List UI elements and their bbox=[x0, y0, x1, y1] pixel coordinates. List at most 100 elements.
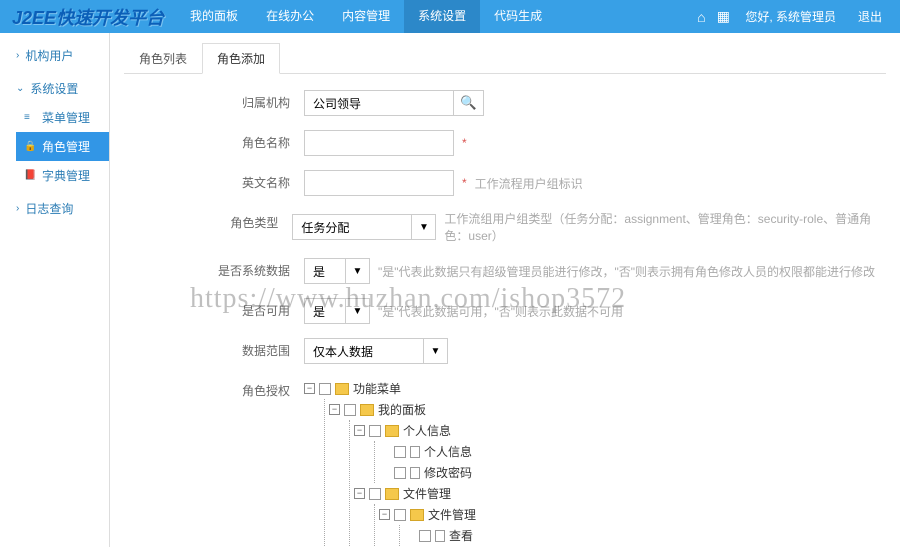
list-icon: ≡ bbox=[24, 112, 36, 124]
tree-label[interactable]: 查看 bbox=[449, 527, 473, 544]
chevron-down-icon: ▼ bbox=[353, 266, 363, 277]
is-system-label: 是否系统数据 bbox=[124, 258, 304, 279]
top-right: ⌂ ▦ 您好, 系统管理员 退出 bbox=[693, 8, 900, 25]
folder-icon bbox=[335, 383, 349, 395]
en-name-input[interactable] bbox=[304, 170, 454, 196]
tree-node: 修改密码 bbox=[379, 462, 476, 483]
is-system-hint: "是"代表此数据只有超级管理员能进行修改，"否"则表示拥有角色修改人员的权限都能… bbox=[378, 263, 875, 280]
sidebar-item-label: 字典管理 bbox=[42, 167, 90, 184]
sidebar: › 机构用户 ⌄ 系统设置 ≡ 菜单管理 🔒 角色管理 📕 字典管理 › 日志查询 bbox=[0, 33, 110, 547]
tree-node: 个人信息 bbox=[379, 441, 476, 462]
tree-toggle[interactable]: − bbox=[304, 383, 315, 394]
tree-toggle[interactable]: − bbox=[379, 509, 390, 520]
required-mark: * bbox=[462, 176, 467, 190]
grid-icon[interactable]: ▦ bbox=[715, 9, 731, 25]
tree-node: − 功能菜单 bbox=[304, 378, 476, 399]
sidebar-group-label: 机构用户 bbox=[25, 47, 73, 64]
tree-node: − 个人信息 bbox=[354, 420, 476, 441]
sidebar-group-label: 日志查询 bbox=[25, 200, 73, 217]
is-enable-select[interactable] bbox=[304, 298, 346, 324]
tree-checkbox[interactable] bbox=[344, 404, 356, 416]
sidebar-item-label: 菜单管理 bbox=[42, 109, 90, 126]
tabs: 角色列表角色添加 bbox=[124, 43, 886, 74]
org-input[interactable] bbox=[304, 90, 454, 116]
sidebar-group-header[interactable]: › 机构用户 bbox=[8, 41, 109, 70]
tree-checkbox[interactable] bbox=[319, 383, 331, 395]
sidebar-group-header[interactable]: › 日志查询 bbox=[8, 194, 109, 223]
is-system-select[interactable] bbox=[304, 258, 346, 284]
chevron-down-icon: ▼ bbox=[431, 346, 441, 357]
role-type-dropdown-button[interactable]: ▼ bbox=[412, 214, 436, 240]
sidebar-item[interactable]: 🔒 角色管理 bbox=[16, 132, 109, 161]
topnav-item[interactable]: 在线办公 bbox=[252, 0, 328, 33]
search-icon: 🔍 bbox=[460, 95, 477, 111]
en-name-hint: 工作流程用户组标识 bbox=[475, 175, 583, 192]
content-area: 角色列表角色添加 归属机构 🔍 角色名称 * 英文名称 bbox=[110, 33, 900, 547]
chevron-down-icon: ▼ bbox=[353, 306, 363, 317]
file-icon bbox=[435, 530, 445, 542]
chevron-right-icon: › bbox=[16, 203, 19, 214]
topnav-item[interactable]: 系统设置 bbox=[404, 0, 480, 33]
is-system-dropdown-button[interactable]: ▼ bbox=[346, 258, 370, 284]
role-name-label: 角色名称 bbox=[124, 130, 304, 151]
role-name-input[interactable] bbox=[304, 130, 454, 156]
tree-checkbox[interactable] bbox=[394, 446, 406, 458]
is-enable-hint: "是"代表此数据可用，"否"则表示此数据不可用 bbox=[378, 303, 623, 320]
tree-label[interactable]: 修改密码 bbox=[424, 464, 472, 481]
permission-tree: −功能菜单−我的面板−个人信息个人信息修改密码−文件管理−文件管理查看上传修改−… bbox=[304, 378, 476, 547]
topnav-item[interactable]: 我的面板 bbox=[176, 0, 252, 33]
tree-checkbox[interactable] bbox=[369, 425, 381, 437]
tree-checkbox[interactable] bbox=[369, 488, 381, 500]
org-search-button[interactable]: 🔍 bbox=[454, 90, 484, 116]
tree-label[interactable]: 功能菜单 bbox=[353, 380, 401, 397]
tree-label[interactable]: 文件管理 bbox=[428, 506, 476, 523]
tree-label[interactable]: 文件管理 bbox=[403, 485, 451, 502]
folder-icon bbox=[385, 425, 399, 437]
tree-toggle[interactable]: − bbox=[329, 404, 340, 415]
sidebar-item[interactable]: 📕 字典管理 bbox=[16, 161, 109, 190]
tree-checkbox[interactable] bbox=[394, 467, 406, 479]
sidebar-group-label: 系统设置 bbox=[30, 80, 78, 97]
tree-toggle[interactable]: − bbox=[354, 425, 365, 436]
is-enable-dropdown-button[interactable]: ▼ bbox=[346, 298, 370, 324]
topnav-item[interactable]: 内容管理 bbox=[328, 0, 404, 33]
required-mark: * bbox=[462, 136, 467, 150]
org-label: 归属机构 bbox=[124, 90, 304, 111]
sidebar-item-label: 角色管理 bbox=[42, 138, 90, 155]
file-icon bbox=[410, 467, 420, 479]
sidebar-item[interactable]: ≡ 菜单管理 bbox=[16, 103, 109, 132]
tab[interactable]: 角色添加 bbox=[202, 43, 280, 74]
greeting[interactable]: 您好, 系统管理员 bbox=[737, 8, 844, 25]
tree-checkbox[interactable] bbox=[419, 530, 431, 542]
tree-label[interactable]: 个人信息 bbox=[403, 422, 451, 439]
role-type-hint: 工作流组用户组类型（任务分配：assignment、管理角色：security-… bbox=[444, 210, 886, 244]
book-icon: 📕 bbox=[24, 170, 36, 182]
file-icon bbox=[410, 446, 420, 458]
chevron-down-icon: ⌄ bbox=[16, 83, 24, 94]
tree-node: − 文件管理 bbox=[354, 483, 476, 504]
tree-toggle[interactable]: − bbox=[354, 488, 365, 499]
role-type-label: 角色类型 bbox=[124, 210, 292, 231]
tree-checkbox[interactable] bbox=[394, 509, 406, 521]
data-scope-dropdown-button[interactable]: ▼ bbox=[424, 338, 448, 364]
folder-icon bbox=[385, 488, 399, 500]
logo: J2EE快速开发平台 bbox=[0, 4, 176, 30]
sidebar-group-header[interactable]: ⌄ 系统设置 bbox=[8, 74, 109, 103]
logout-link[interactable]: 退出 bbox=[850, 8, 890, 25]
tree-node: − 我的面板 bbox=[329, 399, 476, 420]
lock-icon: 🔒 bbox=[24, 141, 36, 153]
is-enable-label: 是否可用 bbox=[124, 298, 304, 319]
tree-label[interactable]: 个人信息 bbox=[424, 443, 472, 460]
data-scope-select[interactable] bbox=[304, 338, 424, 364]
home-icon[interactable]: ⌂ bbox=[693, 9, 709, 25]
auth-label: 角色授权 bbox=[124, 378, 304, 399]
topnav-item[interactable]: 代码生成 bbox=[480, 0, 556, 33]
data-scope-label: 数据范围 bbox=[124, 338, 304, 359]
tab[interactable]: 角色列表 bbox=[124, 43, 202, 73]
chevron-right-icon: › bbox=[16, 50, 19, 61]
tree-node: − 文件管理 bbox=[379, 504, 476, 525]
folder-icon bbox=[410, 509, 424, 521]
role-type-select[interactable] bbox=[292, 214, 412, 240]
tree-label[interactable]: 我的面板 bbox=[378, 401, 426, 418]
chevron-down-icon: ▼ bbox=[419, 222, 429, 233]
